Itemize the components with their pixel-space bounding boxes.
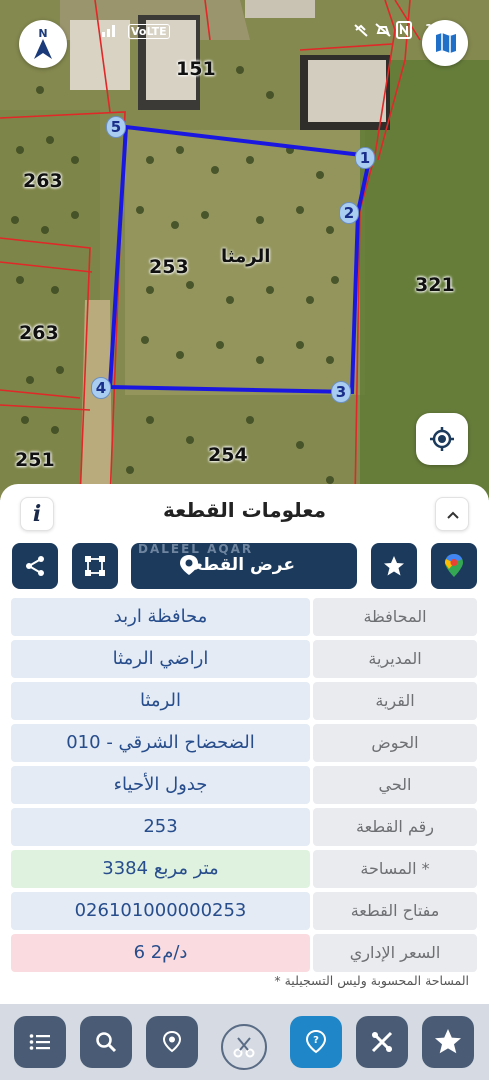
list-icon xyxy=(29,1034,50,1050)
panel-title: معلومات القطعة xyxy=(163,498,326,522)
tools-button[interactable] xyxy=(356,1016,408,1068)
village-key: القرية xyxy=(313,682,477,720)
neighborhood-value: جدول الأحياء xyxy=(11,766,310,804)
crosshair-icon xyxy=(430,427,454,451)
table-row: 026101000000253 مفتاح القطعة xyxy=(11,892,477,930)
basin-key: الحوض xyxy=(313,724,477,762)
table-row: الضحضاح الشرقي - 010 الحوض xyxy=(11,724,477,762)
map-layers-button[interactable] xyxy=(422,20,468,66)
bottom-toolbar: ? xyxy=(0,1004,489,1080)
location-pin-icon xyxy=(180,555,198,575)
star-icon xyxy=(435,1029,461,1054)
star-icon xyxy=(384,556,404,576)
table-row: اراضي الرمثا المديرية xyxy=(11,640,477,678)
vertex-marker[interactable]: 1 xyxy=(355,147,375,169)
table-row: الرمثا القرية xyxy=(11,682,477,720)
vertex-marker[interactable]: 5 xyxy=(106,116,126,138)
parcel-number-label: 151 xyxy=(176,58,216,80)
search-icon xyxy=(96,1032,117,1053)
google-maps-button[interactable] xyxy=(431,543,477,589)
village-name-label: الرمثا xyxy=(221,246,271,267)
area-value: 3384 متر مربع xyxy=(11,850,310,888)
neighborhood-key: الحي xyxy=(313,766,477,804)
basin-value: الضحضاح الشرقي - 010 xyxy=(11,724,310,762)
vertex-marker[interactable]: 4 xyxy=(91,377,111,399)
volte-label: VoLTE xyxy=(128,24,170,39)
mute-icon xyxy=(354,24,368,37)
table-row: 6 د/م2 السعر الإداري xyxy=(11,934,477,972)
draw-polygon-button[interactable] xyxy=(72,543,118,589)
parcel-key-key: مفتاح القطعة xyxy=(313,892,477,930)
help-pin-icon: ? xyxy=(305,1029,327,1054)
show-parcel-label: عرض القطعة xyxy=(183,555,295,575)
chevron-up-icon xyxy=(447,511,459,519)
compass-button[interactable]: N xyxy=(19,20,67,68)
favorite-button[interactable] xyxy=(371,543,417,589)
measure-button[interactable] xyxy=(221,1024,267,1070)
nfc-icon xyxy=(396,21,412,39)
signal-icon xyxy=(102,25,115,37)
favorites-button[interactable] xyxy=(422,1016,474,1068)
watermark: DALEEL AQAR xyxy=(138,542,254,556)
table-row: 3384 متر مربع المساحة * xyxy=(11,850,477,888)
village-value: الرمثا xyxy=(11,682,310,720)
map-icon xyxy=(436,33,456,53)
admin-price-key: السعر الإداري xyxy=(313,934,477,972)
parcel-number-label: 263 xyxy=(23,170,63,192)
parcel-number-key: رقم القطعة xyxy=(313,808,477,846)
google-maps-icon xyxy=(445,554,463,577)
area-key: المساحة * xyxy=(313,850,477,888)
status-bar: VoLTE 1 xyxy=(0,18,489,44)
parcel-number-label: 263 xyxy=(19,322,59,344)
tools-icon xyxy=(371,1031,393,1053)
vertex-marker[interactable]: 2 xyxy=(339,202,359,224)
parcel-key-value: 026101000000253 xyxy=(11,892,310,930)
svg-text:N: N xyxy=(38,27,47,40)
list-button[interactable] xyxy=(14,1016,66,1068)
my-location-button[interactable] xyxy=(416,413,468,465)
polygon-icon xyxy=(85,556,105,576)
parcel-number-label: 251 xyxy=(15,449,55,471)
no-alarm-icon xyxy=(375,23,391,37)
parcel-number-label: 321 xyxy=(415,274,455,296)
governorate-value: محافظة اربد xyxy=(11,598,310,636)
directorate-key: المديرية xyxy=(313,640,477,678)
parcel-number-label: 254 xyxy=(208,444,248,466)
governorate-key: المحافظة xyxy=(313,598,477,636)
scissors-icon xyxy=(233,1037,255,1058)
svg-text:?: ? xyxy=(313,1035,319,1046)
north-arrow-icon: N xyxy=(34,27,52,59)
parcel-number-label: 253 xyxy=(149,256,189,278)
help-pin-button[interactable]: ? xyxy=(290,1016,342,1068)
share-button[interactable] xyxy=(12,543,58,589)
admin-price-value: 6 د/م2 xyxy=(11,934,310,972)
collapse-button[interactable] xyxy=(435,497,469,531)
parcel-number-value: 253 xyxy=(11,808,310,846)
table-row: محافظة اربد المحافظة xyxy=(11,598,477,636)
table-row: جدول الأحياء الحي xyxy=(11,766,477,804)
map-view[interactable]: VoLTE 1 N xyxy=(0,0,489,500)
location-pin-icon xyxy=(162,1030,182,1053)
area-footnote: * المساحة المحسوبة وليس التسجيلية xyxy=(274,973,469,988)
share-icon xyxy=(26,556,44,576)
directorate-value: اراضي الرمثا xyxy=(11,640,310,678)
location-button[interactable] xyxy=(146,1016,198,1068)
parcel-info-panel: i معلومات القطعة عرض القطعة DALEEL AQAR xyxy=(0,484,489,1004)
vertex-marker[interactable]: 3 xyxy=(331,381,351,403)
search-button[interactable] xyxy=(80,1016,132,1068)
table-row: 253 رقم القطعة xyxy=(11,808,477,846)
parcel-info-table: محافظة اربد المحافظة اراضي الرمثا المدير… xyxy=(11,598,477,976)
